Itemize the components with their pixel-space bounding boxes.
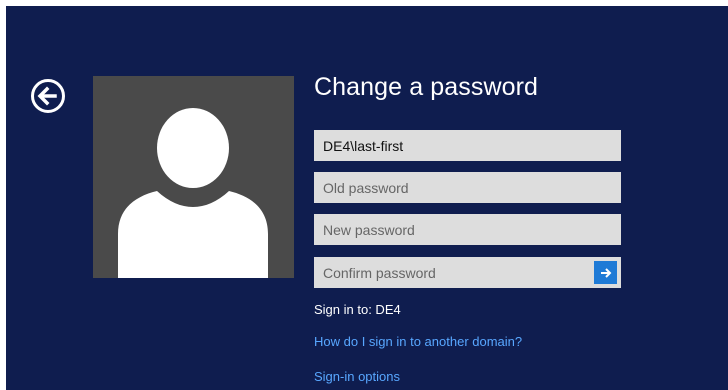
sign-in-options-link[interactable]: Sign-in options xyxy=(314,369,400,384)
user-avatar xyxy=(93,76,294,278)
confirm-password-field[interactable] xyxy=(314,257,621,288)
username-field-container xyxy=(314,130,621,161)
username-field[interactable] xyxy=(314,130,621,161)
old-password-field-container xyxy=(314,172,621,203)
old-password-field[interactable] xyxy=(314,172,621,203)
sign-in-domain-text: Sign in to: DE4 xyxy=(314,302,401,317)
domain-help-link[interactable]: How do I sign in to another domain? xyxy=(314,334,522,349)
new-password-field-container xyxy=(314,214,621,245)
confirm-password-field-container xyxy=(314,257,621,288)
back-arrow-circle-icon xyxy=(31,79,65,113)
password-change-screen: Change a password Sign in to: DE4 How do… xyxy=(6,6,728,390)
new-password-field[interactable] xyxy=(314,214,621,245)
submit-button[interactable] xyxy=(594,261,617,284)
back-button[interactable] xyxy=(30,78,66,114)
page-title: Change a password xyxy=(314,73,539,101)
arrow-right-icon xyxy=(600,267,611,278)
user-avatar-icon xyxy=(118,108,268,278)
